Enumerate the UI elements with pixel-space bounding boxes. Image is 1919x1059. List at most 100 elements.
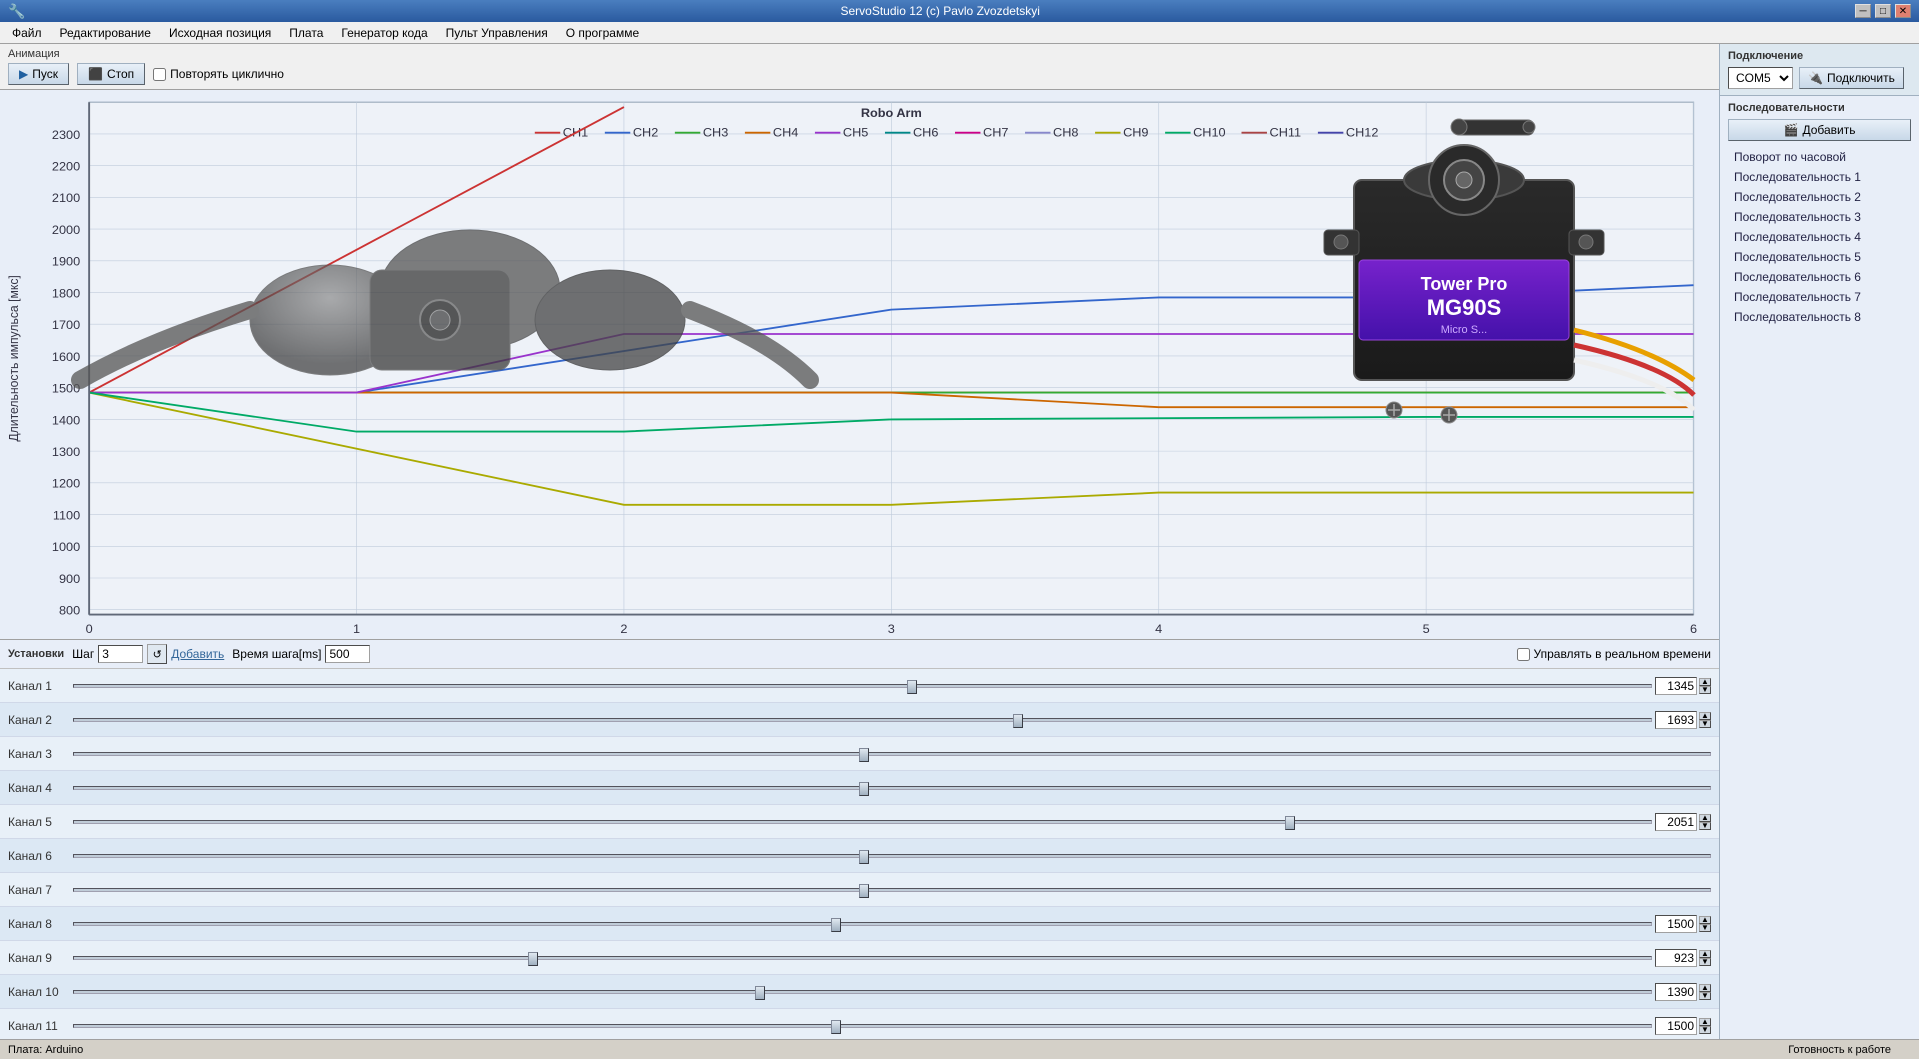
menu-item-board[interactable]: Плата <box>281 24 331 42</box>
channel-thumb-7[interactable] <box>859 884 869 898</box>
channel-slider-1[interactable] <box>73 684 1652 688</box>
channel-thumb-4[interactable] <box>859 782 869 796</box>
channel-spinner-2: ▲▼ <box>1699 712 1711 728</box>
realtime-checkbox[interactable] <box>1517 648 1530 661</box>
step-input[interactable] <box>98 645 143 663</box>
channel-input-11[interactable] <box>1655 1017 1697 1035</box>
menubar: ФайлРедактированиеИсходная позицияПлатаГ… <box>0 22 1919 44</box>
channel-label-3: Канал 3 <box>8 747 73 761</box>
time-input[interactable] <box>325 645 370 663</box>
add-sequence-button[interactable]: 🎬 Добавить <box>1728 119 1911 141</box>
channel-spin-down-10[interactable]: ▼ <box>1699 992 1711 1000</box>
channel-input-8[interactable] <box>1655 915 1697 933</box>
svg-text:CH12: CH12 <box>1346 126 1379 140</box>
channel-slider-11[interactable] <box>73 1024 1652 1028</box>
plug-icon: 🔌 <box>1808 71 1823 85</box>
minimize-button[interactable]: ─ <box>1855 4 1871 18</box>
connect-button[interactable]: 🔌 Подключить <box>1799 67 1904 89</box>
channel-slider-7[interactable] <box>73 888 1711 892</box>
channel-slider-2[interactable] <box>73 718 1652 722</box>
channel-value-9: ▲▼ <box>1656 949 1711 967</box>
channel-slider-4[interactable] <box>73 786 1711 790</box>
channel-thumb-6[interactable] <box>859 850 869 864</box>
time-label: Время шага[ms] <box>232 647 321 661</box>
stop-label: Стоп <box>107 67 134 81</box>
channel-row-11: Канал 11▲▼ <box>0 1009 1719 1039</box>
svg-text:900: 900 <box>59 572 80 586</box>
menu-item-codegen[interactable]: Генератор кода <box>333 24 435 42</box>
play-button[interactable]: ▶ Пуск <box>8 63 69 85</box>
menu-item-home[interactable]: Исходная позиция <box>161 24 279 42</box>
sequence-item-3[interactable]: Последовательность 3 <box>1728 207 1911 227</box>
channel-label-7: Канал 7 <box>8 883 73 897</box>
menu-item-about[interactable]: О программе <box>558 24 647 42</box>
connection-controls: COM5 COM1 COM2 COM3 COM4 COM6 🔌 Подключи… <box>1728 67 1911 89</box>
channel-spin-down-9[interactable]: ▼ <box>1699 958 1711 966</box>
menu-item-control[interactable]: Пульт Управления <box>438 24 556 42</box>
maximize-button[interactable]: □ <box>1875 4 1891 18</box>
svg-text:2300: 2300 <box>52 128 80 142</box>
channel-label-1: Канал 1 <box>8 679 73 693</box>
sequence-item-1[interactable]: Последовательность 1 <box>1728 167 1911 187</box>
channel-input-5[interactable] <box>1655 813 1697 831</box>
svg-text:1400: 1400 <box>52 414 80 428</box>
stop-icon: ⬛ <box>88 67 103 81</box>
sequence-item-5[interactable]: Последовательность 5 <box>1728 247 1911 267</box>
channel-spin-down-5[interactable]: ▼ <box>1699 822 1711 830</box>
sequence-item-4[interactable]: Последовательность 4 <box>1728 227 1911 247</box>
svg-text:1500: 1500 <box>52 382 80 396</box>
channel-slider-5[interactable] <box>73 820 1652 824</box>
channel-label-9: Канал 9 <box>8 951 73 965</box>
channel-thumb-3[interactable] <box>859 748 869 762</box>
play-label: Пуск <box>32 67 58 81</box>
step-label: Шаг <box>72 647 94 661</box>
channel-input-1[interactable] <box>1655 677 1697 695</box>
channel-thumb-1[interactable] <box>907 680 917 694</box>
channel-thumb-11[interactable] <box>831 1020 841 1034</box>
channel-slider-10[interactable] <box>73 990 1652 994</box>
sequence-item-6[interactable]: Последовательность 6 <box>1728 267 1911 287</box>
channel-spin-down-1[interactable]: ▼ <box>1699 686 1711 694</box>
channel-input-9[interactable] <box>1655 949 1697 967</box>
channel-thumb-8[interactable] <box>831 918 841 932</box>
channel-thumb-2[interactable] <box>1013 714 1023 728</box>
plus-icon: 🎬 <box>1784 123 1799 137</box>
menu-item-file[interactable]: Файл <box>4 24 50 42</box>
stop-button[interactable]: ⬛ Стоп <box>77 63 145 85</box>
connection-panel: Подключение COM5 COM1 COM2 COM3 COM4 COM… <box>1720 44 1919 96</box>
channels-list: Канал 1▲▼Канал 2▲▼Канал 3Канал 4Канал 5▲… <box>0 669 1719 1039</box>
channel-thumb-5[interactable] <box>1285 816 1295 830</box>
channel-slider-6[interactable] <box>73 854 1711 858</box>
svg-text:0: 0 <box>86 622 93 636</box>
refresh-button[interactable]: ↺ <box>147 644 167 664</box>
sequence-item-8[interactable]: Последовательность 8 <box>1728 307 1911 327</box>
channel-label-5: Канал 5 <box>8 815 73 829</box>
sequence-item-7[interactable]: Последовательность 7 <box>1728 287 1911 307</box>
svg-text:2: 2 <box>620 622 627 636</box>
svg-text:1200: 1200 <box>52 477 80 491</box>
channel-slider-8[interactable] <box>73 922 1652 926</box>
channel-slider-9[interactable] <box>73 956 1652 960</box>
channel-label-8: Канал 8 <box>8 917 73 931</box>
menu-item-edit[interactable]: Редактирование <box>52 24 159 42</box>
channel-value-8: ▲▼ <box>1656 915 1711 933</box>
port-select[interactable]: COM5 COM1 COM2 COM3 COM4 COM6 <box>1728 67 1793 89</box>
channel-input-2[interactable] <box>1655 711 1697 729</box>
channel-value-10: ▲▼ <box>1656 983 1711 1001</box>
channel-slider-3[interactable] <box>73 752 1711 756</box>
close-button[interactable]: ✕ <box>1895 4 1911 18</box>
sequence-item-2[interactable]: Последовательность 2 <box>1728 187 1911 207</box>
loop-checkbox-label[interactable]: Повторять циклично <box>153 67 284 81</box>
channel-spin-down-8[interactable]: ▼ <box>1699 924 1711 932</box>
channel-thumb-10[interactable] <box>755 986 765 1000</box>
channel-row-5: Канал 5▲▼ <box>0 805 1719 839</box>
sequence-item-0[interactable]: Поворот по часовой <box>1728 147 1911 167</box>
loop-checkbox[interactable] <box>153 68 166 81</box>
channel-input-10[interactable] <box>1655 983 1697 1001</box>
svg-text:3: 3 <box>888 622 895 636</box>
svg-text:1: 1 <box>353 622 360 636</box>
play-icon: ▶ <box>19 67 28 81</box>
channel-spin-down-2[interactable]: ▼ <box>1699 720 1711 728</box>
channel-spin-down-11[interactable]: ▼ <box>1699 1026 1711 1034</box>
channel-thumb-9[interactable] <box>528 952 538 966</box>
